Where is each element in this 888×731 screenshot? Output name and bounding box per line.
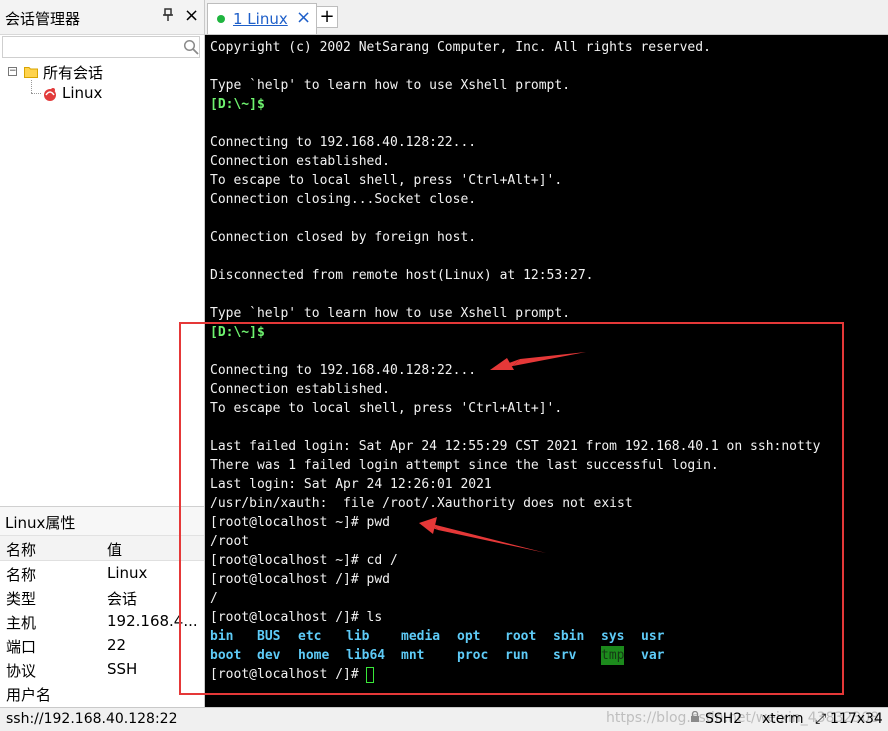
terminal-cursor xyxy=(366,667,374,683)
terminal-line: [D:\~]$ xyxy=(210,325,265,340)
terminal-output[interactable]: Copyright (c) 2002 NetSarang Computer, I… xyxy=(205,35,888,707)
terminal-line: /usr/bin/xauth: file /root/.Xauthority d… xyxy=(210,496,633,511)
terminal-line: [root@localhost /]# ls xyxy=(210,610,383,625)
ls-entry: sbin xyxy=(553,629,585,644)
terminal-line: / xyxy=(210,591,218,606)
terminal-line: Disconnected from remote host(Linux) at … xyxy=(210,268,594,283)
terminal-line: [root@localhost ~]# cd / xyxy=(210,553,398,568)
ls-entry: lib64 xyxy=(346,648,386,663)
column-header-name[interactable]: 名称 xyxy=(6,539,36,560)
ls-entry: opt xyxy=(457,629,481,644)
property-value: SSH xyxy=(107,660,138,678)
ls-entry: run xyxy=(505,648,529,663)
session-icon xyxy=(44,88,56,101)
terminal-line: Connection established. xyxy=(210,382,391,397)
session-manager-title: 会话管理器 xyxy=(5,10,81,28)
tab-label: 1 Linux xyxy=(233,10,288,28)
terminal-line: [D:\~]$ xyxy=(210,97,265,112)
terminal-size-indicator: 117x34 xyxy=(830,711,883,727)
session-manager-panel: 会话管理器 × − 所有会话 Linux Linux属性 名称 值 名称 Linu… xyxy=(0,0,205,708)
properties-title: Linux属性 xyxy=(5,514,76,532)
session-manager-header: 会话管理器 × xyxy=(0,0,204,35)
ls-entry: dev xyxy=(257,648,281,663)
properties-panel: Linux属性 名称 值 名称 Linux 类型 会话 主机 192.168.4...… xyxy=(0,506,204,708)
ls-entry: boot xyxy=(210,648,242,663)
property-name: 协议 xyxy=(6,662,37,680)
ls-entry: tmp xyxy=(601,646,625,665)
search-icon[interactable] xyxy=(183,39,199,55)
session-tree: − 所有会话 Linux xyxy=(0,62,204,502)
connection-address: ssh://192.168.40.128:22 xyxy=(6,711,178,727)
terminal-line: Copyright (c) 2002 NetSarang Computer, I… xyxy=(210,40,711,55)
property-row[interactable]: 用户名 xyxy=(0,681,204,705)
terminal-line: Connection closing...Socket close. xyxy=(210,192,477,207)
terminal-line: There was 1 failed login attempt since t… xyxy=(210,458,719,473)
terminal-line: To escape to local shell, press 'Ctrl+Al… xyxy=(210,173,563,188)
property-name: 用户名 xyxy=(6,686,52,704)
terminal-line: Connection established. xyxy=(210,154,391,169)
terminal-line: Connecting to 192.168.40.128:22... xyxy=(210,135,477,150)
property-row[interactable]: 主机 192.168.4... xyxy=(0,609,204,633)
ls-entry: home xyxy=(298,648,330,663)
ls-entry: srv xyxy=(553,648,577,663)
properties-title-bar: Linux属性 xyxy=(0,507,204,536)
property-value: 22 xyxy=(107,636,127,654)
connected-status-icon xyxy=(217,15,225,23)
property-row[interactable]: 协议 SSH xyxy=(0,657,204,681)
property-name: 主机 xyxy=(6,614,37,632)
ls-entry: root xyxy=(505,629,537,644)
resize-icon: ⤢ xyxy=(815,711,827,727)
terminal-type-indicator: xterm xyxy=(762,711,804,727)
tree-node-linux[interactable]: Linux xyxy=(0,62,204,106)
status-bar: ssh://192.168.40.128:22 https://blog.csd… xyxy=(0,707,888,731)
ls-entry: proc xyxy=(457,648,489,663)
ls-entry: lib xyxy=(346,629,370,644)
ls-entry: mnt xyxy=(401,648,425,663)
tab-linux[interactable]: 1 Linux × xyxy=(207,3,317,34)
pin-icon[interactable] xyxy=(162,8,174,26)
ls-entry: media xyxy=(401,629,441,644)
property-value: Linux xyxy=(107,564,148,582)
close-tab-icon[interactable]: × xyxy=(296,7,311,28)
ls-entry: bin xyxy=(210,629,234,644)
property-name: 名称 xyxy=(6,566,37,584)
terminal-line: Type `help' to learn how to use Xshell p… xyxy=(210,306,571,321)
ls-entry: BUS xyxy=(257,629,281,644)
terminal-line: [root@localhost ~]# pwd xyxy=(210,515,391,530)
new-tab-button[interactable]: + xyxy=(316,6,338,28)
lock-icon xyxy=(690,710,700,727)
property-value: 192.168.4... xyxy=(107,612,198,630)
property-name: 端口 xyxy=(6,638,37,656)
property-row[interactable]: 端口 22 xyxy=(0,633,204,657)
terminal-line: /root xyxy=(210,534,250,549)
terminal-line: [root@localhost /]# pwd xyxy=(210,572,391,587)
session-search-input[interactable] xyxy=(5,38,179,58)
property-row[interactable]: 名称 Linux xyxy=(0,561,204,585)
terminal-line: Last failed login: Sat Apr 24 12:55:29 C… xyxy=(210,439,821,454)
close-icon[interactable]: × xyxy=(184,5,199,26)
property-row[interactable]: 类型 会话 xyxy=(0,585,204,609)
terminal-line: Type `help' to learn how to use Xshell p… xyxy=(210,78,571,93)
terminal-prompt-line: [root@localhost /]# xyxy=(210,667,367,682)
ls-entry: etc xyxy=(298,629,322,644)
tab-bar: 1 Linux × + xyxy=(205,0,888,35)
ls-entry: usr xyxy=(641,629,665,644)
properties-header-row: 名称 值 xyxy=(0,536,204,561)
tree-item-label: Linux xyxy=(62,84,103,102)
property-value: 会话 xyxy=(107,590,138,608)
terminal-line: Last login: Sat Apr 24 12:26:01 2021 xyxy=(210,477,492,492)
protocol-indicator: SSH2 xyxy=(705,711,743,727)
property-name: 类型 xyxy=(6,590,37,608)
session-search-box[interactable] xyxy=(2,36,200,58)
terminal-line: Connection closed by foreign host. xyxy=(210,230,477,245)
column-header-value[interactable]: 值 xyxy=(107,539,122,560)
ls-entry: sys xyxy=(601,629,625,644)
terminal-line: To escape to local shell, press 'Ctrl+Al… xyxy=(210,401,563,416)
ls-entry: var xyxy=(641,648,665,663)
terminal-line: Connecting to 192.168.40.128:22... xyxy=(210,363,477,378)
